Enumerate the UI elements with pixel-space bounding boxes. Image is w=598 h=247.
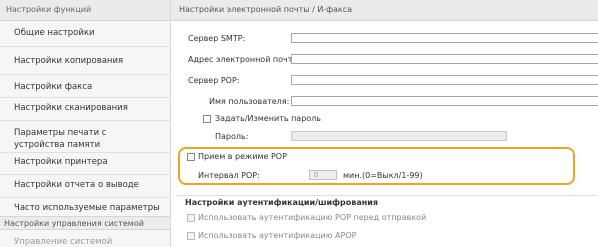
smtp-server-input[interactable] — [291, 33, 598, 43]
main-header: Настройки электронной почты / И-факса — [171, 0, 598, 21]
pop-server-input[interactable] — [291, 75, 598, 85]
sidebar-divider — [0, 152, 170, 153]
username-label: Имя пользователя: — [209, 97, 290, 106]
sidebar-item-output-report[interactable]: Настройки отчета о выводе — [0, 180, 170, 190]
pop-before-send-label: Использовать аутентификацию POP перед от… — [198, 213, 427, 222]
auth-section-title: Настройки аутентификации/шифрования — [185, 198, 378, 207]
sidebar-divider — [0, 46, 170, 47]
main-panel: Настройки электронной почты / И-факса Се… — [171, 0, 598, 247]
sidebar-item-memory-print[interactable]: Параметры печати с устройства памяти — [0, 127, 150, 151]
sidebar-divider — [0, 120, 170, 121]
section-divider — [177, 195, 597, 196]
sidebar-header: Настройки функций — [0, 0, 170, 21]
email-address-label: Адрес электронной почты: — [188, 55, 302, 64]
pop-receive-label: Прием в режиме POP — [198, 152, 287, 161]
sidebar-item-system-management[interactable]: Управление системой — [0, 237, 170, 247]
pop-interval-unit: мин.(0=Выкл/1-99) — [343, 171, 423, 180]
password-input[interactable] — [291, 131, 507, 141]
email-address-input[interactable] — [291, 54, 598, 64]
pop-interval-input[interactable]: 0 — [309, 170, 337, 180]
sidebar: Настройки функций Общие настройки Настро… — [0, 0, 171, 247]
sidebar-item-printer[interactable]: Настройки принтера — [0, 157, 170, 167]
sidebar-item-fax[interactable]: Настройки факса — [0, 82, 170, 92]
smtp-server-label: Сервер SMTP: — [188, 34, 246, 43]
sidebar-divider — [0, 74, 170, 75]
sidebar-divider — [0, 174, 170, 175]
sidebar-item-frequent[interactable]: Часто используемые параметры — [0, 203, 170, 213]
pop-interval-label: Интервал POP: — [198, 171, 260, 180]
password-label: Пароль: — [215, 132, 249, 141]
sidebar-divider — [0, 197, 170, 198]
pop-server-label: Сервер POP: — [188, 76, 240, 85]
pop-before-send-checkbox[interactable] — [187, 214, 195, 222]
sidebar-divider — [0, 97, 170, 98]
sidebar-group-system[interactable]: Настройки управления системой — [0, 216, 170, 230]
sidebar-item-scan[interactable]: Настройки сканирования — [0, 103, 170, 113]
pop-receive-checkbox[interactable] — [187, 153, 195, 161]
username-input[interactable] — [291, 96, 598, 106]
apop-label: Использовать аутентификацию APOP — [198, 231, 357, 240]
set-password-label: Задать/Изменить пароль — [215, 114, 322, 123]
apop-checkbox[interactable] — [187, 232, 195, 240]
set-password-checkbox[interactable] — [203, 115, 211, 123]
sidebar-item-general[interactable]: Общие настройки — [0, 28, 170, 38]
sidebar-item-copy[interactable]: Настройки копирования — [0, 56, 170, 66]
